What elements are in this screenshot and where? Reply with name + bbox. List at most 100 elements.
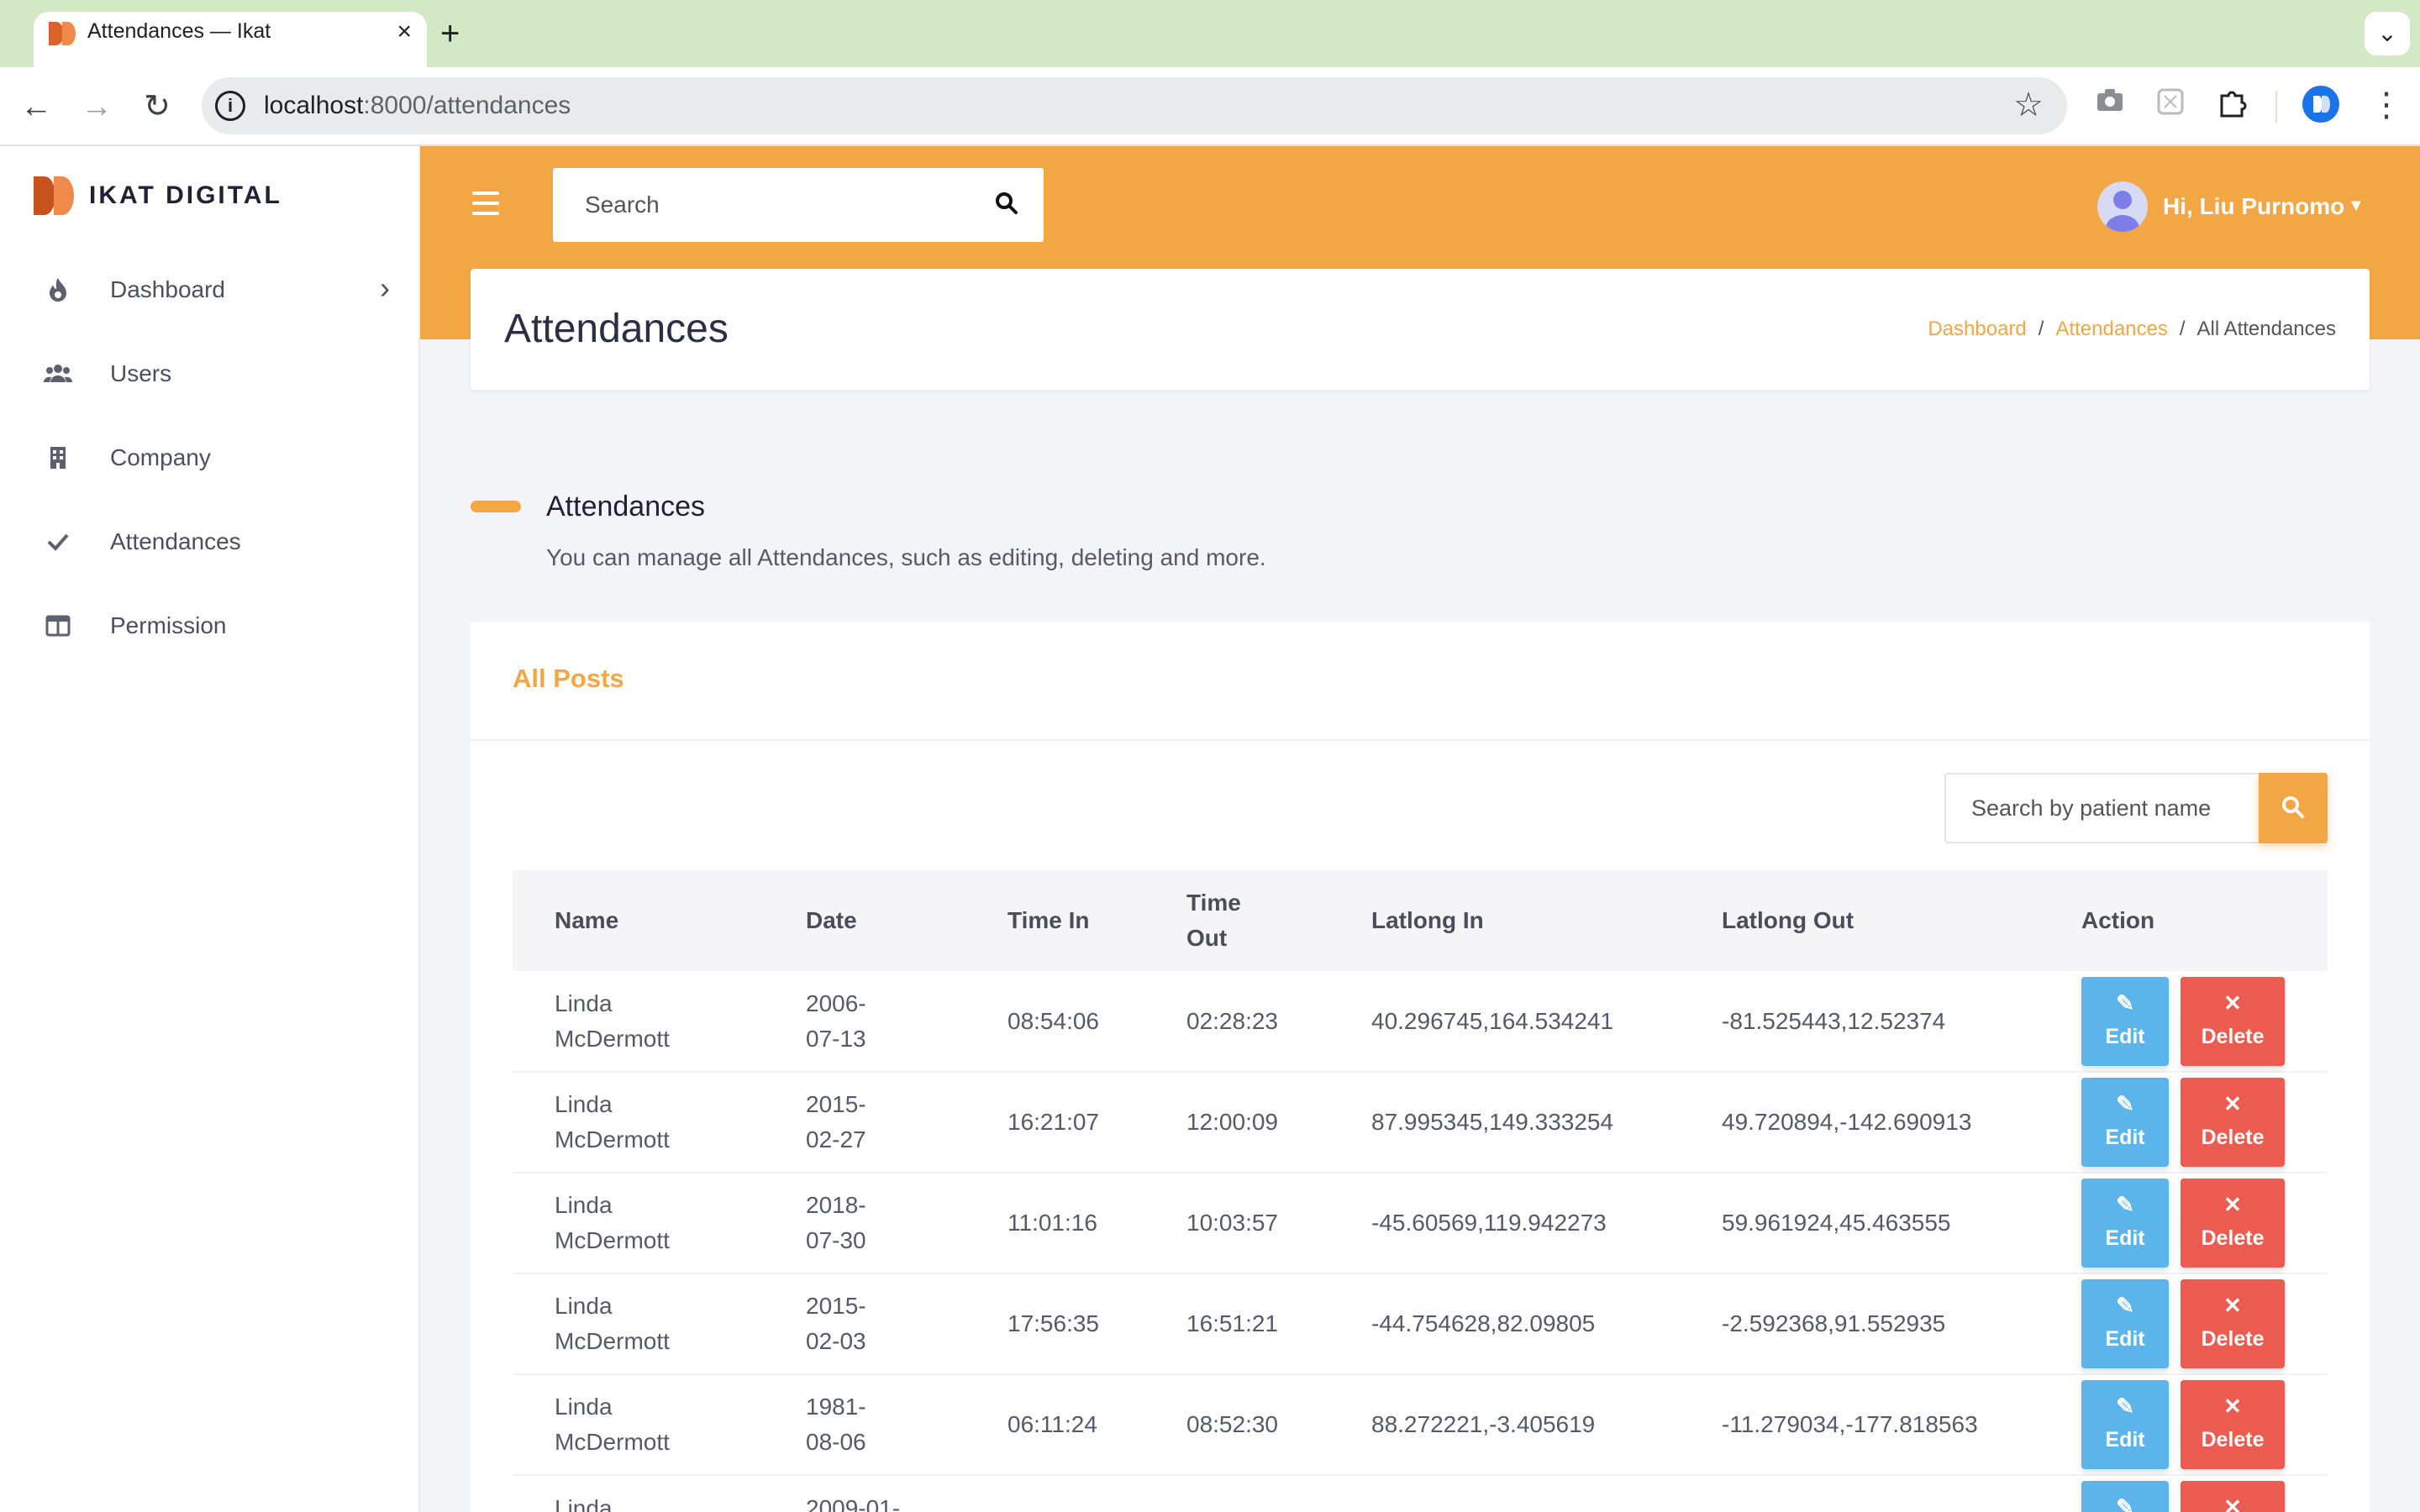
delete-button[interactable]: ✕Delete — [2181, 1179, 2285, 1268]
column-header-name[interactable]: Name — [513, 870, 764, 971]
search-icon — [2282, 796, 2304, 818]
page-title: Attendances — [504, 307, 729, 351]
new-tab-icon[interactable]: + — [440, 15, 460, 52]
edit-button[interactable]: ✎Edit — [2081, 976, 2169, 1066]
sidebar-item-company[interactable]: Company — [0, 420, 420, 496]
close-icon: ✕ — [2223, 1494, 2242, 1512]
table-row: Linda McDermott 1981-08-06 06:11:24 08:5… — [513, 1374, 2328, 1475]
delete-label: Delete — [2201, 1126, 2265, 1149]
edit-icon: ✎ — [2116, 1293, 2134, 1318]
site-info-icon[interactable]: i — [215, 91, 245, 121]
table-search-button[interactable] — [2259, 773, 2328, 843]
breadcrumb-attendances[interactable]: Attendances — [2055, 318, 2167, 340]
breadcrumb-separator: / — [2179, 318, 2186, 340]
forward-arrow-icon[interactable]: → — [76, 86, 118, 128]
sidebar-item-users[interactable]: Users — [0, 336, 420, 412]
close-icon: ✕ — [2223, 1192, 2242, 1217]
column-header-date[interactable]: Date — [764, 870, 965, 971]
edit-button[interactable]: ✎Edit — [2081, 1179, 2169, 1268]
edit-label: Edit — [2105, 1428, 2145, 1452]
edit-button[interactable]: ✎ Edit — [2081, 1279, 2169, 1368]
close-tab-icon[interactable]: × — [397, 17, 412, 47]
sidebar-item-permission[interactable]: Permission — [0, 588, 420, 664]
users-icon — [44, 365, 72, 382]
cell-time-out: 08:52:30 — [1186, 1411, 1278, 1437]
cell-actions: ✎ Edit ✕ Delete — [2039, 1374, 2328, 1475]
edit-icon: ✎ — [2116, 1091, 2134, 1116]
delete-button[interactable]: ✕Delete — [2181, 1279, 2285, 1368]
edit-button[interactable]: ✎Edit — [2081, 1481, 2169, 1512]
cell-time-out: 16:51:21 — [1186, 1310, 1278, 1336]
delete-button[interactable]: ✕ Delete — [2181, 1078, 2285, 1167]
bookmark-star-icon[interactable]: ☆ — [2013, 86, 2044, 124]
patient-search-input[interactable] — [1971, 790, 2249, 827]
table-row: Linda McDermott 2006-07-13 08:54:06 02:2… — [513, 971, 2328, 1072]
extensions-puzzle-icon[interactable] — [2217, 87, 2247, 125]
cell-actions: ✎ Edit ✕ Delete — [2039, 971, 2328, 1072]
sidebar-item-attendances[interactable]: Attendances — [0, 504, 420, 580]
close-icon: ✕ — [2223, 1091, 2242, 1116]
column-header-latlong-out[interactable]: Latlong Out — [1680, 870, 2039, 971]
hamburger-menu-icon[interactable] — [472, 192, 499, 217]
browser-menu-icon[interactable]: ⋮ — [2370, 84, 2403, 126]
table-row: Linda McDermott 2015-02-03 17:56:35 16:5… — [513, 1273, 2328, 1374]
section-title: Attendances — [546, 491, 706, 522]
url-path: :8000/attendances — [363, 92, 571, 119]
camera-icon[interactable] — [2096, 87, 2124, 120]
cell-actions: ✎ Edit ✕ Delete — [2039, 1072, 2328, 1173]
cell-date: 2018-07-30 — [806, 1192, 866, 1253]
caret-down-icon: ▼ — [2348, 197, 2365, 215]
close-icon: ✕ — [2223, 1293, 2242, 1318]
sidebar-item-label: Dashboard — [110, 276, 225, 302]
columns-icon — [45, 615, 71, 637]
profile-avatar-icon[interactable] — [2302, 86, 2339, 123]
cell-time-out — [1144, 1475, 1329, 1512]
section-accent-bar — [471, 501, 521, 512]
ikat-logo — [34, 176, 74, 215]
browser-tab-strip: Attendances — Ikat × + ⌄ — [0, 0, 2420, 67]
cell-name: Linda — [555, 1495, 613, 1512]
url-text[interactable]: localhost:8000/attendances — [264, 92, 571, 120]
toolbar-divider — [2275, 91, 2277, 123]
column-header-time-out[interactable]: Time Out — [1144, 870, 1329, 971]
cell-time-in: 11:01:16 — [1007, 1210, 1097, 1236]
edit-label: Edit — [2105, 1226, 2145, 1250]
search-input[interactable] — [585, 186, 971, 223]
cell-time-out: 10:03:57 — [1186, 1210, 1278, 1236]
edit-button[interactable]: ✎Edit — [2081, 1380, 2169, 1469]
sidebar-item-dashboard[interactable]: Dashboard › — [0, 252, 420, 328]
column-header-time-in[interactable]: Time In — [965, 870, 1144, 971]
column-header-latlong-in[interactable]: Latlong In — [1329, 870, 1680, 971]
extension-grid-icon[interactable] — [2156, 87, 2185, 123]
cell-date: 1981-08-06 — [806, 1394, 866, 1455]
table-row: Linda 2009-01- ✎Edit ✕Delete — [513, 1475, 2328, 1512]
browser-tab[interactable]: Attendances — Ikat × — [34, 12, 427, 67]
delete-button[interactable]: ✕Delete — [2181, 1481, 2285, 1512]
building-icon — [50, 447, 66, 469]
sidebar-item-label: Company — [110, 444, 211, 470]
cell-latlong-out: 49.720894,-142.690913 — [1722, 1109, 1972, 1135]
cell-time-out: 12:00:09 — [1186, 1109, 1278, 1135]
reload-icon[interactable]: ↻ — [136, 86, 178, 128]
card-title: All Posts — [513, 664, 624, 693]
sidebar-item-label: Permission — [110, 612, 227, 638]
back-arrow-icon[interactable]: ← — [15, 86, 57, 128]
sidebar-item-label: Users — [110, 360, 172, 386]
cell-date: 2015-02-27 — [806, 1091, 866, 1152]
address-bar[interactable]: i localhost:8000/attendances ☆ — [202, 77, 2067, 134]
delete-button[interactable]: ✕Delete — [2181, 1380, 2285, 1469]
column-header-action: Action — [2081, 907, 2155, 933]
breadcrumb-dashboard[interactable]: Dashboard — [1928, 318, 2026, 340]
delete-button[interactable]: ✕Delete — [2181, 976, 2285, 1066]
table-row: Linda McDermott 2018-07-30 11:01:16 10:0… — [513, 1173, 2328, 1273]
breadcrumb-separator: / — [2038, 318, 2044, 340]
edit-label: Edit — [2105, 1126, 2145, 1149]
attendances-card: All Posts Name Date Time In Time Out Lat… — [471, 622, 2370, 1512]
edit-label: Edit — [2105, 1327, 2145, 1351]
edit-button[interactable]: ✎ Edit — [2081, 1078, 2169, 1167]
cell-latlong-in: -45.60569,119.942273 — [1371, 1210, 1607, 1236]
search-icon[interactable] — [993, 190, 1020, 217]
tab-search-chevron-icon[interactable]: ⌄ — [2365, 12, 2410, 55]
cell-name: Linda McDermott — [555, 990, 670, 1052]
breadcrumb-current: All Attendances — [2196, 318, 2336, 340]
